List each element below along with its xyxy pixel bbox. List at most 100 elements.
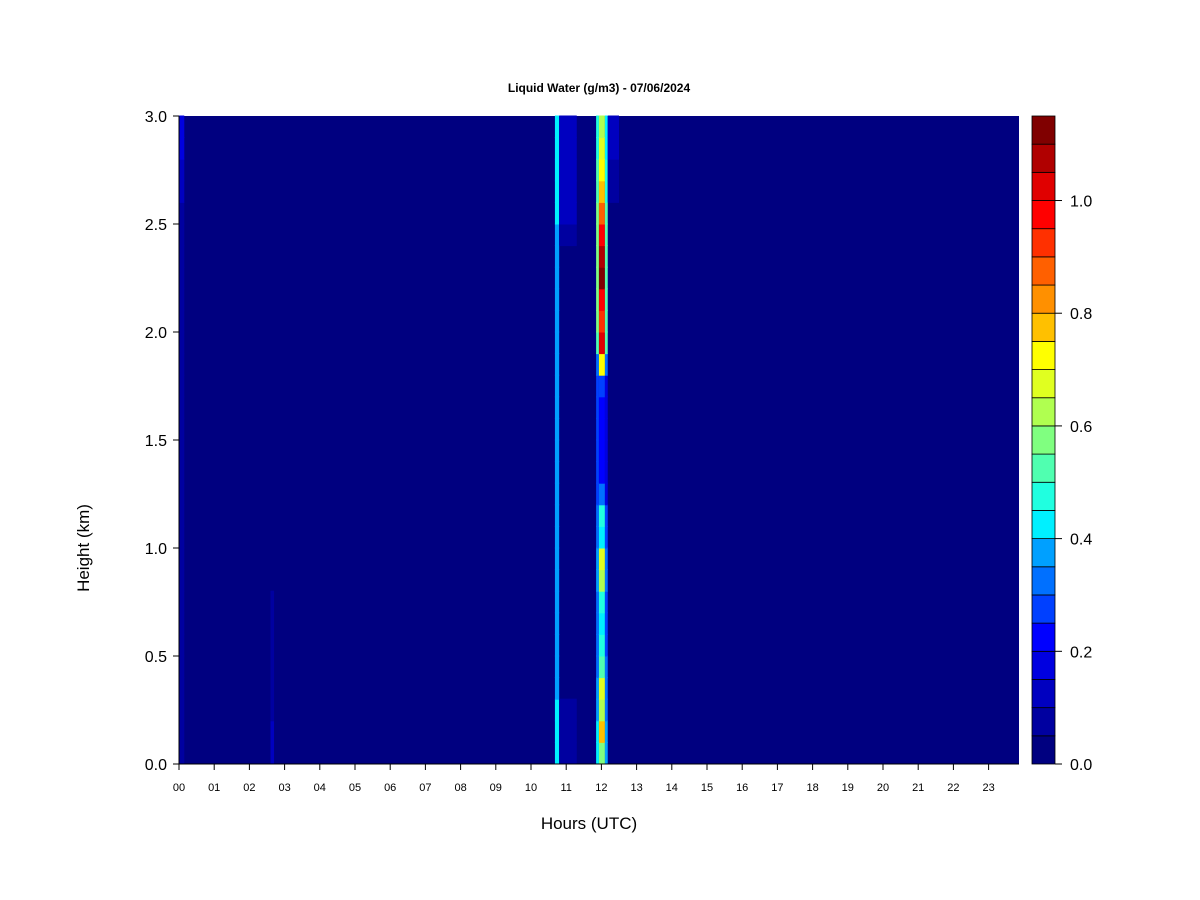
colorbar-level: [1031, 115, 1056, 145]
heatmap-cell: [596, 439, 599, 463]
heatmap-cell: [604, 698, 608, 722]
heatmap-cell: [179, 547, 185, 571]
colorbar-level: [1031, 650, 1056, 680]
heatmap-cell: [554, 525, 560, 549]
heatmap-cell: [604, 331, 608, 355]
heatmap-cell: [596, 158, 599, 182]
heatmap-cell: [604, 720, 608, 743]
heatmap-cell: [270, 633, 275, 657]
heatmap-cell: [596, 569, 599, 592]
heatmap-cell: [596, 482, 599, 506]
heatmap-cell: [554, 698, 560, 722]
heatmap-cell: [270, 612, 275, 635]
heatmap-cell: [554, 612, 560, 635]
y-tick-label: 0.0: [145, 757, 167, 774]
x-tick-label: 11: [560, 782, 571, 794]
heatmap-cell: [604, 158, 608, 182]
heatmap-cell: [598, 288, 605, 311]
heatmap-cell: [559, 158, 577, 182]
heatmap-cell: [604, 612, 608, 635]
heatmap-cell: [179, 245, 185, 268]
heatmap-cell: [554, 288, 560, 311]
heatmap-cell: [559, 741, 577, 765]
colorbar-level: [1031, 340, 1056, 370]
heatmap-cell: [179, 374, 185, 398]
heatmap-cell: [598, 677, 605, 700]
y-axis-label: Height (km): [74, 504, 93, 592]
colorbar-level: [1031, 143, 1056, 173]
x-tick-label: 19: [842, 782, 854, 794]
heatmap-cell: [270, 590, 275, 614]
heatmap-cell: [596, 137, 599, 160]
heatmap-cell: [270, 698, 275, 722]
heatmap-cell: [179, 180, 185, 203]
heatmap-cell: [604, 201, 608, 225]
heatmap-cell: [596, 201, 599, 225]
heatmap-cell: [598, 698, 605, 722]
heatmap-cell: [598, 655, 605, 679]
heatmap-cell: [598, 374, 605, 398]
heatmap-cell: [554, 245, 560, 268]
y-tick-label: 2.0: [145, 325, 167, 342]
heatmap-cell: [598, 741, 605, 765]
heatmap-cell: [598, 525, 605, 549]
heatmap-cell: [604, 439, 608, 463]
heatmap-cell: [598, 331, 605, 355]
heatmap-cell: [270, 720, 275, 743]
heatmap-cell: [598, 569, 605, 592]
heatmap-cell: [559, 720, 577, 743]
x-tick-label: 13: [630, 782, 642, 794]
heatmap-cell: [554, 633, 560, 657]
heatmap-cell: [179, 309, 185, 333]
heatmap-cell: [554, 180, 560, 203]
x-tick-label: 18: [806, 782, 818, 794]
colorbar-level: [1031, 453, 1056, 483]
x-tick-label: 01: [208, 782, 220, 794]
heatmap-cell: [554, 158, 560, 182]
heatmap-cell: [598, 417, 605, 441]
heatmap-cell: [554, 331, 560, 355]
heatmap-cell: [598, 590, 605, 614]
heatmap-cell: [559, 201, 577, 225]
heatmap-cell: [179, 331, 185, 355]
heatmap-cell: [554, 115, 560, 139]
heatmap-cell: [554, 309, 560, 333]
colorbar-level: [1031, 256, 1056, 286]
heatmap-cell: [596, 417, 599, 441]
heatmap-cell: [596, 612, 599, 635]
heatmap-cell: [596, 396, 599, 419]
liquid-water-heatmap: Liquid Water (g/m3) - 07/06/2024 0.00.20…: [74, 81, 1092, 833]
heatmap-cell: [554, 547, 560, 571]
heatmap-cell: [598, 353, 605, 376]
heatmap-cell: [596, 180, 599, 203]
heatmap-cell: [179, 504, 185, 527]
x-tick-label: 12: [595, 782, 607, 794]
heatmap-cell: [604, 417, 608, 441]
heatmap-cell: [607, 115, 619, 139]
x-tick-label: 17: [771, 782, 783, 794]
heatmap-cell: [554, 677, 560, 700]
heatmap-cell: [554, 353, 560, 376]
colorbar-level: [1031, 538, 1056, 568]
y-tick-label: 1.0: [145, 541, 167, 558]
heatmap-cell: [596, 655, 599, 679]
colorbar-level: [1031, 566, 1056, 596]
y-tick-label: 0.5: [145, 649, 167, 666]
x-tick-label: 08: [454, 782, 466, 794]
colorbar-level: [1031, 707, 1056, 737]
heatmap-cell: [604, 245, 608, 268]
x-tick-label: 10: [525, 782, 537, 794]
heatmap-cell: [598, 439, 605, 463]
heatmap-cell: [604, 266, 608, 290]
heatmap-cell: [179, 137, 185, 160]
colorbar-level: [1031, 481, 1056, 511]
heatmap-cell: [604, 180, 608, 203]
heatmap-cell: [179, 482, 185, 506]
heatmap-cell: [554, 720, 560, 743]
colorbar-level: [1031, 425, 1056, 455]
heatmap-cell: [179, 353, 185, 376]
heatmap-cell: [270, 677, 275, 700]
y-tick-label: 1.5: [145, 433, 167, 450]
heatmap-cell: [604, 288, 608, 311]
heatmap-cell: [179, 115, 185, 139]
